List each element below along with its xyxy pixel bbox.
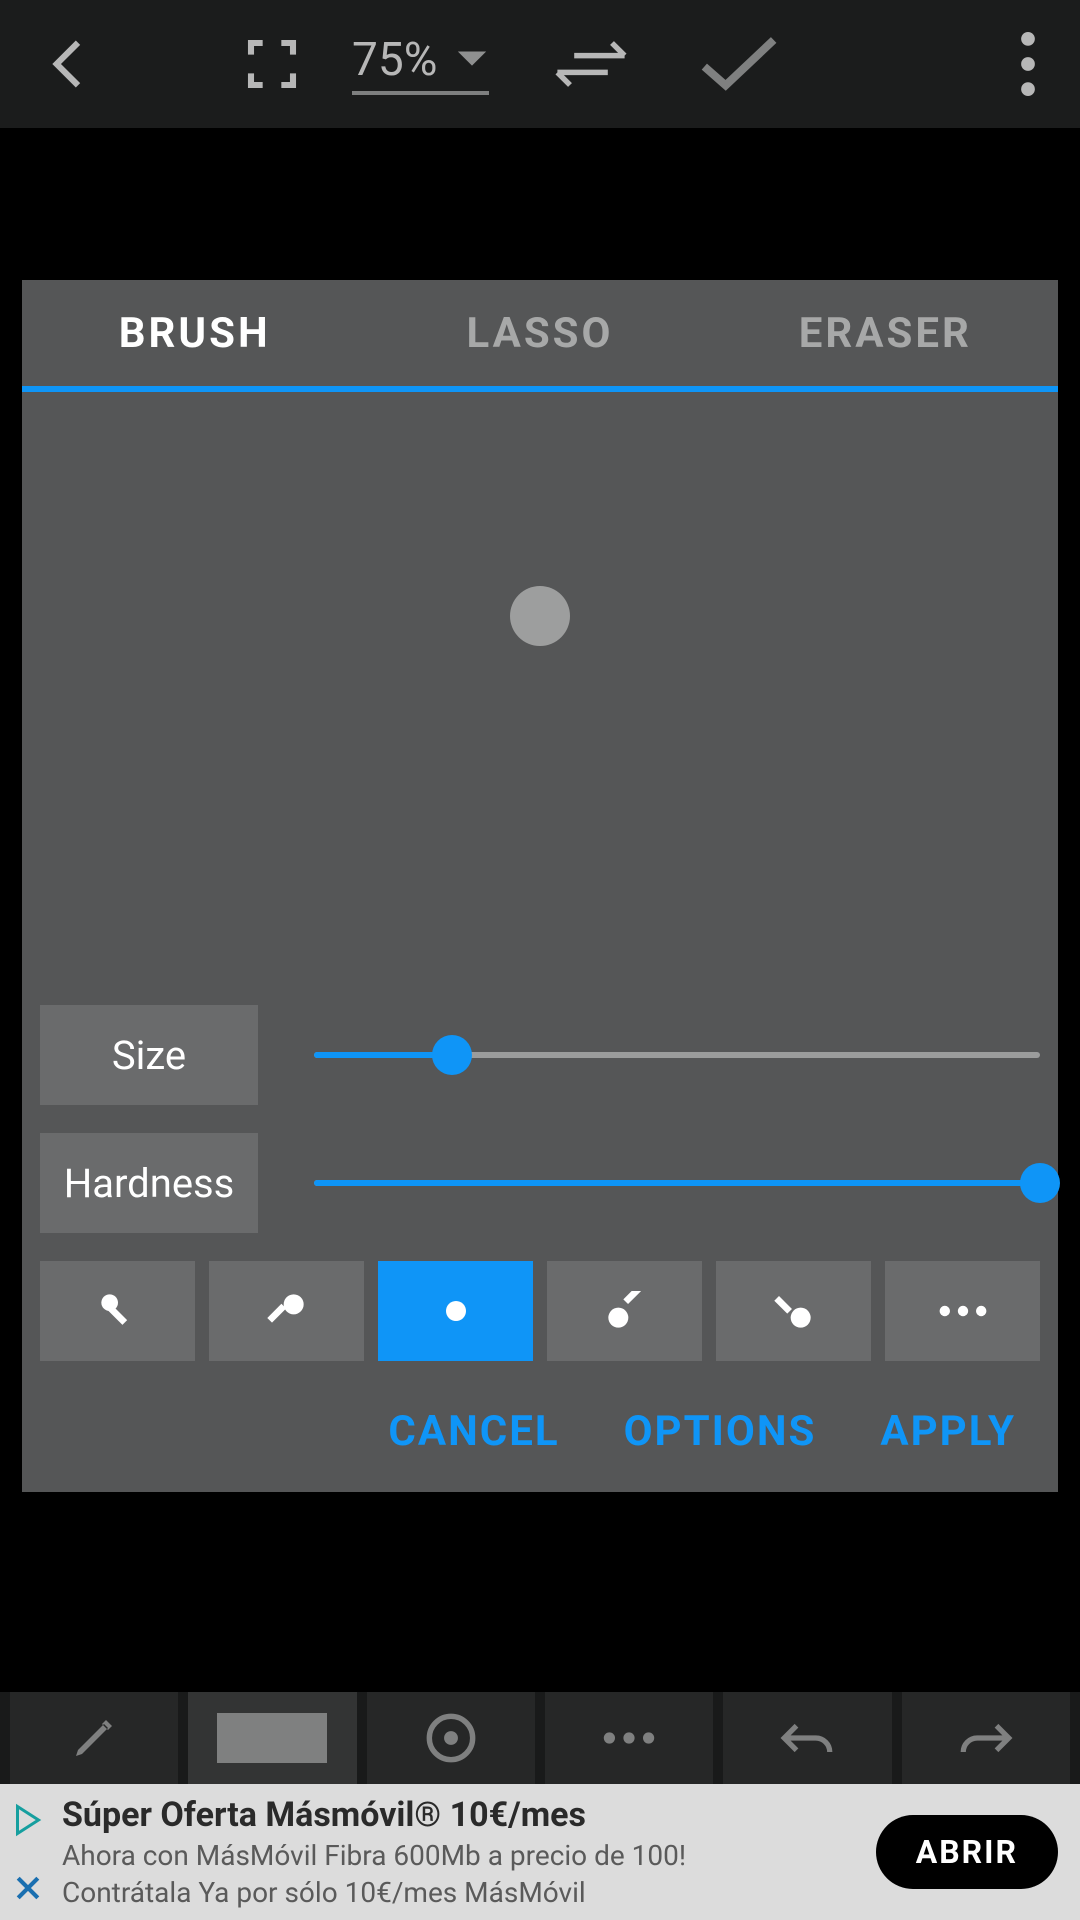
options-button[interactable]: OPTIONS: [624, 1407, 817, 1456]
fullscreen-icon[interactable]: [242, 34, 302, 94]
ad-copy[interactable]: Súper Oferta Másmóvil® 10€/mes Ahora con…: [56, 1795, 876, 1909]
preset-4[interactable]: [547, 1261, 702, 1361]
undo-button[interactable]: [723, 1692, 891, 1784]
tool-settings-dialog: BRUSH LASSO ERASER Size Hardness: [22, 280, 1058, 1492]
tool-pencil[interactable]: [10, 1692, 178, 1784]
tab-lasso[interactable]: LASSO: [367, 280, 712, 386]
chevron-down-icon: [455, 48, 489, 72]
tool-rectangle[interactable]: [188, 1692, 356, 1784]
hardness-row: Hardness: [22, 1133, 1058, 1233]
cancel-button[interactable]: CANCEL: [388, 1407, 559, 1456]
tab-brush[interactable]: BRUSH: [22, 280, 367, 386]
hardness-chip[interactable]: Hardness: [40, 1133, 258, 1233]
close-ad-icon[interactable]: [14, 1874, 42, 1902]
preset-1[interactable]: [40, 1261, 195, 1361]
adchoices-icon[interactable]: [13, 1803, 43, 1837]
ad-line2: Contrátala Ya por sólo 10€/mes MásMóvil: [62, 1876, 876, 1909]
size-row: Size: [22, 1005, 1058, 1105]
tool-more[interactable]: [545, 1692, 713, 1784]
brush-preview-area: [22, 392, 1058, 1005]
preset-2[interactable]: [209, 1261, 364, 1361]
hardness-slider[interactable]: [314, 1163, 1040, 1203]
ad-title: Súper Oferta Másmóvil® 10€/mes: [62, 1795, 876, 1835]
zoom-level-dropdown[interactable]: 75%: [352, 33, 489, 95]
rectangle-icon: [217, 1713, 327, 1763]
brush-presets: [22, 1261, 1058, 1361]
dialog-actions: CANCEL OPTIONS APPLY: [22, 1361, 1058, 1492]
bottom-toolbar: [0, 1692, 1080, 1784]
ad-open-button[interactable]: ABRIR: [876, 1815, 1058, 1889]
tool-tabs: BRUSH LASSO ERASER: [22, 280, 1058, 386]
more-vert-icon[interactable]: [1004, 22, 1052, 106]
back-button[interactable]: [28, 22, 112, 106]
tool-target[interactable]: [367, 1692, 535, 1784]
ad-line1: Ahora con MásMóvil Fibra 600Mb a precio …: [62, 1839, 876, 1872]
preset-more[interactable]: [885, 1261, 1040, 1361]
confirm-check-button[interactable]: [693, 32, 785, 96]
ad-banner: Súper Oferta Másmóvil® 10€/mes Ahora con…: [0, 1784, 1080, 1920]
size-slider[interactable]: [314, 1035, 1040, 1075]
tab-eraser[interactable]: ERASER: [713, 280, 1058, 386]
swap-horizontal-icon[interactable]: [549, 36, 633, 92]
brush-preview-dot: [510, 586, 570, 646]
preset-3[interactable]: [378, 1261, 533, 1361]
apply-button[interactable]: APPLY: [880, 1407, 1016, 1456]
app-topbar: 75%: [0, 0, 1080, 128]
redo-button[interactable]: [902, 1692, 1070, 1784]
zoom-percent-label: 75%: [352, 33, 437, 87]
size-chip[interactable]: Size: [40, 1005, 258, 1105]
preset-5[interactable]: [716, 1261, 871, 1361]
